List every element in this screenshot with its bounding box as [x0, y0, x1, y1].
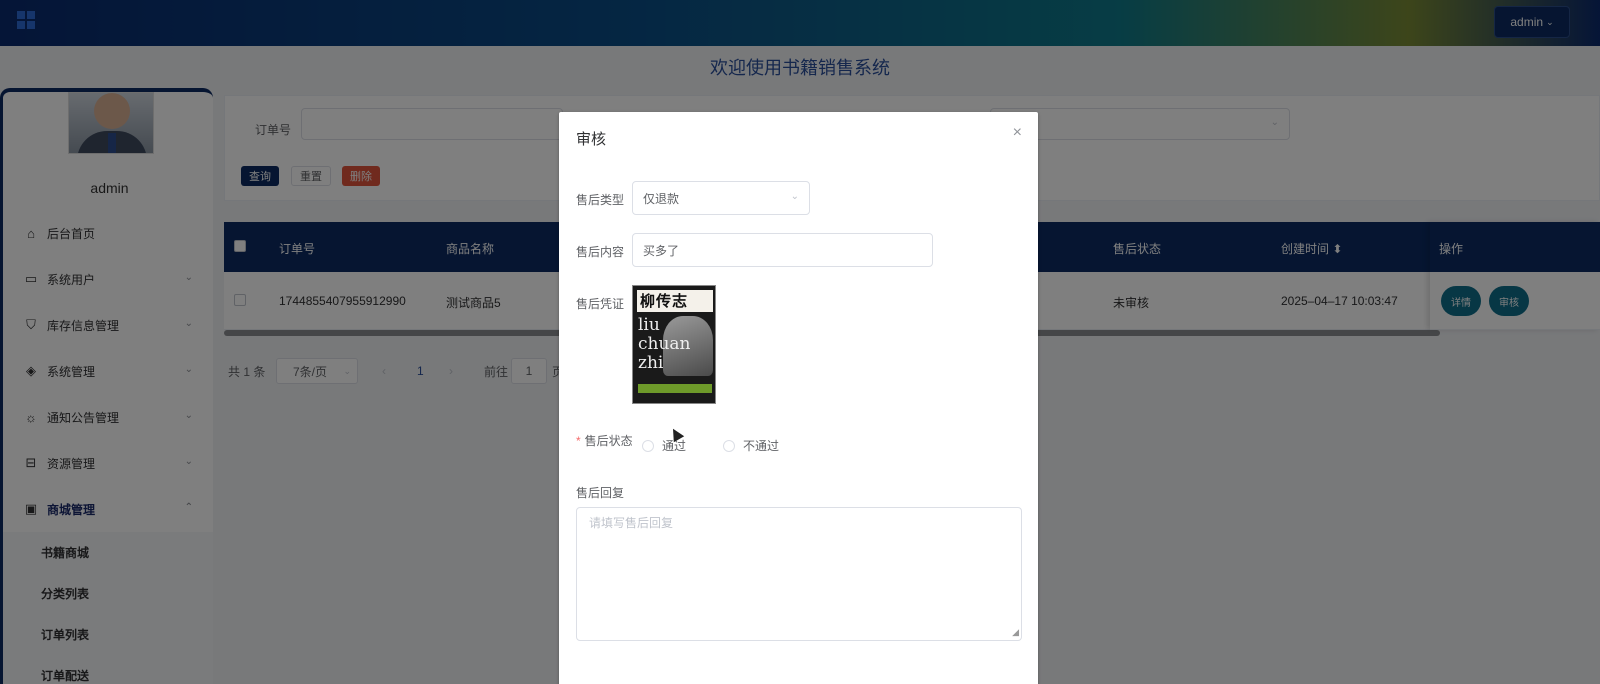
- chevron-down-icon: ⌄: [790, 191, 799, 202]
- aftersale-reply-textarea[interactable]: 请填写售后回复 ◢: [576, 507, 1022, 641]
- aftersale-type-select[interactable]: 仅退款 ⌄: [632, 181, 810, 215]
- aftersale-reply-label: 售后回复: [576, 486, 625, 500]
- aftersale-status-label: * 售后状态: [576, 432, 633, 449]
- radio-circle: [642, 439, 654, 452]
- aftersale-type-value: 仅退款: [643, 191, 680, 206]
- aftersale-proof-label: 售后凭证: [576, 297, 625, 311]
- close-icon[interactable]: ×: [1013, 124, 1022, 142]
- reply-placeholder: 请填写售后回复: [589, 516, 674, 530]
- radio-reject[interactable]: 不通过: [723, 437, 779, 454]
- aftersale-type-label: 售后类型: [576, 193, 625, 207]
- aftersale-content-input[interactable]: 买多了: [632, 233, 933, 267]
- book-cover-subtitle: liu chuan zhi: [638, 315, 691, 373]
- radio-circle: [723, 439, 735, 452]
- review-dialog: 审核 × 售后类型 仅退款 ⌄ 售后内容 买多了 售后凭证 柳传志 liu chu…: [559, 112, 1038, 684]
- dialog-title: 审核: [576, 131, 607, 148]
- radio-reject-label: 不通过: [743, 439, 780, 453]
- radio-approve[interactable]: 通过: [642, 437, 686, 454]
- required-marker: *: [576, 434, 581, 448]
- resize-handle-icon[interactable]: ◢: [1012, 627, 1019, 638]
- aftersale-status-label-text: 售后状态: [584, 434, 633, 448]
- book-cover-title: 柳传志: [637, 290, 713, 312]
- aftersale-content-label: 售后内容: [576, 245, 625, 259]
- proof-image[interactable]: 柳传志 liu chuan zhi: [632, 285, 716, 404]
